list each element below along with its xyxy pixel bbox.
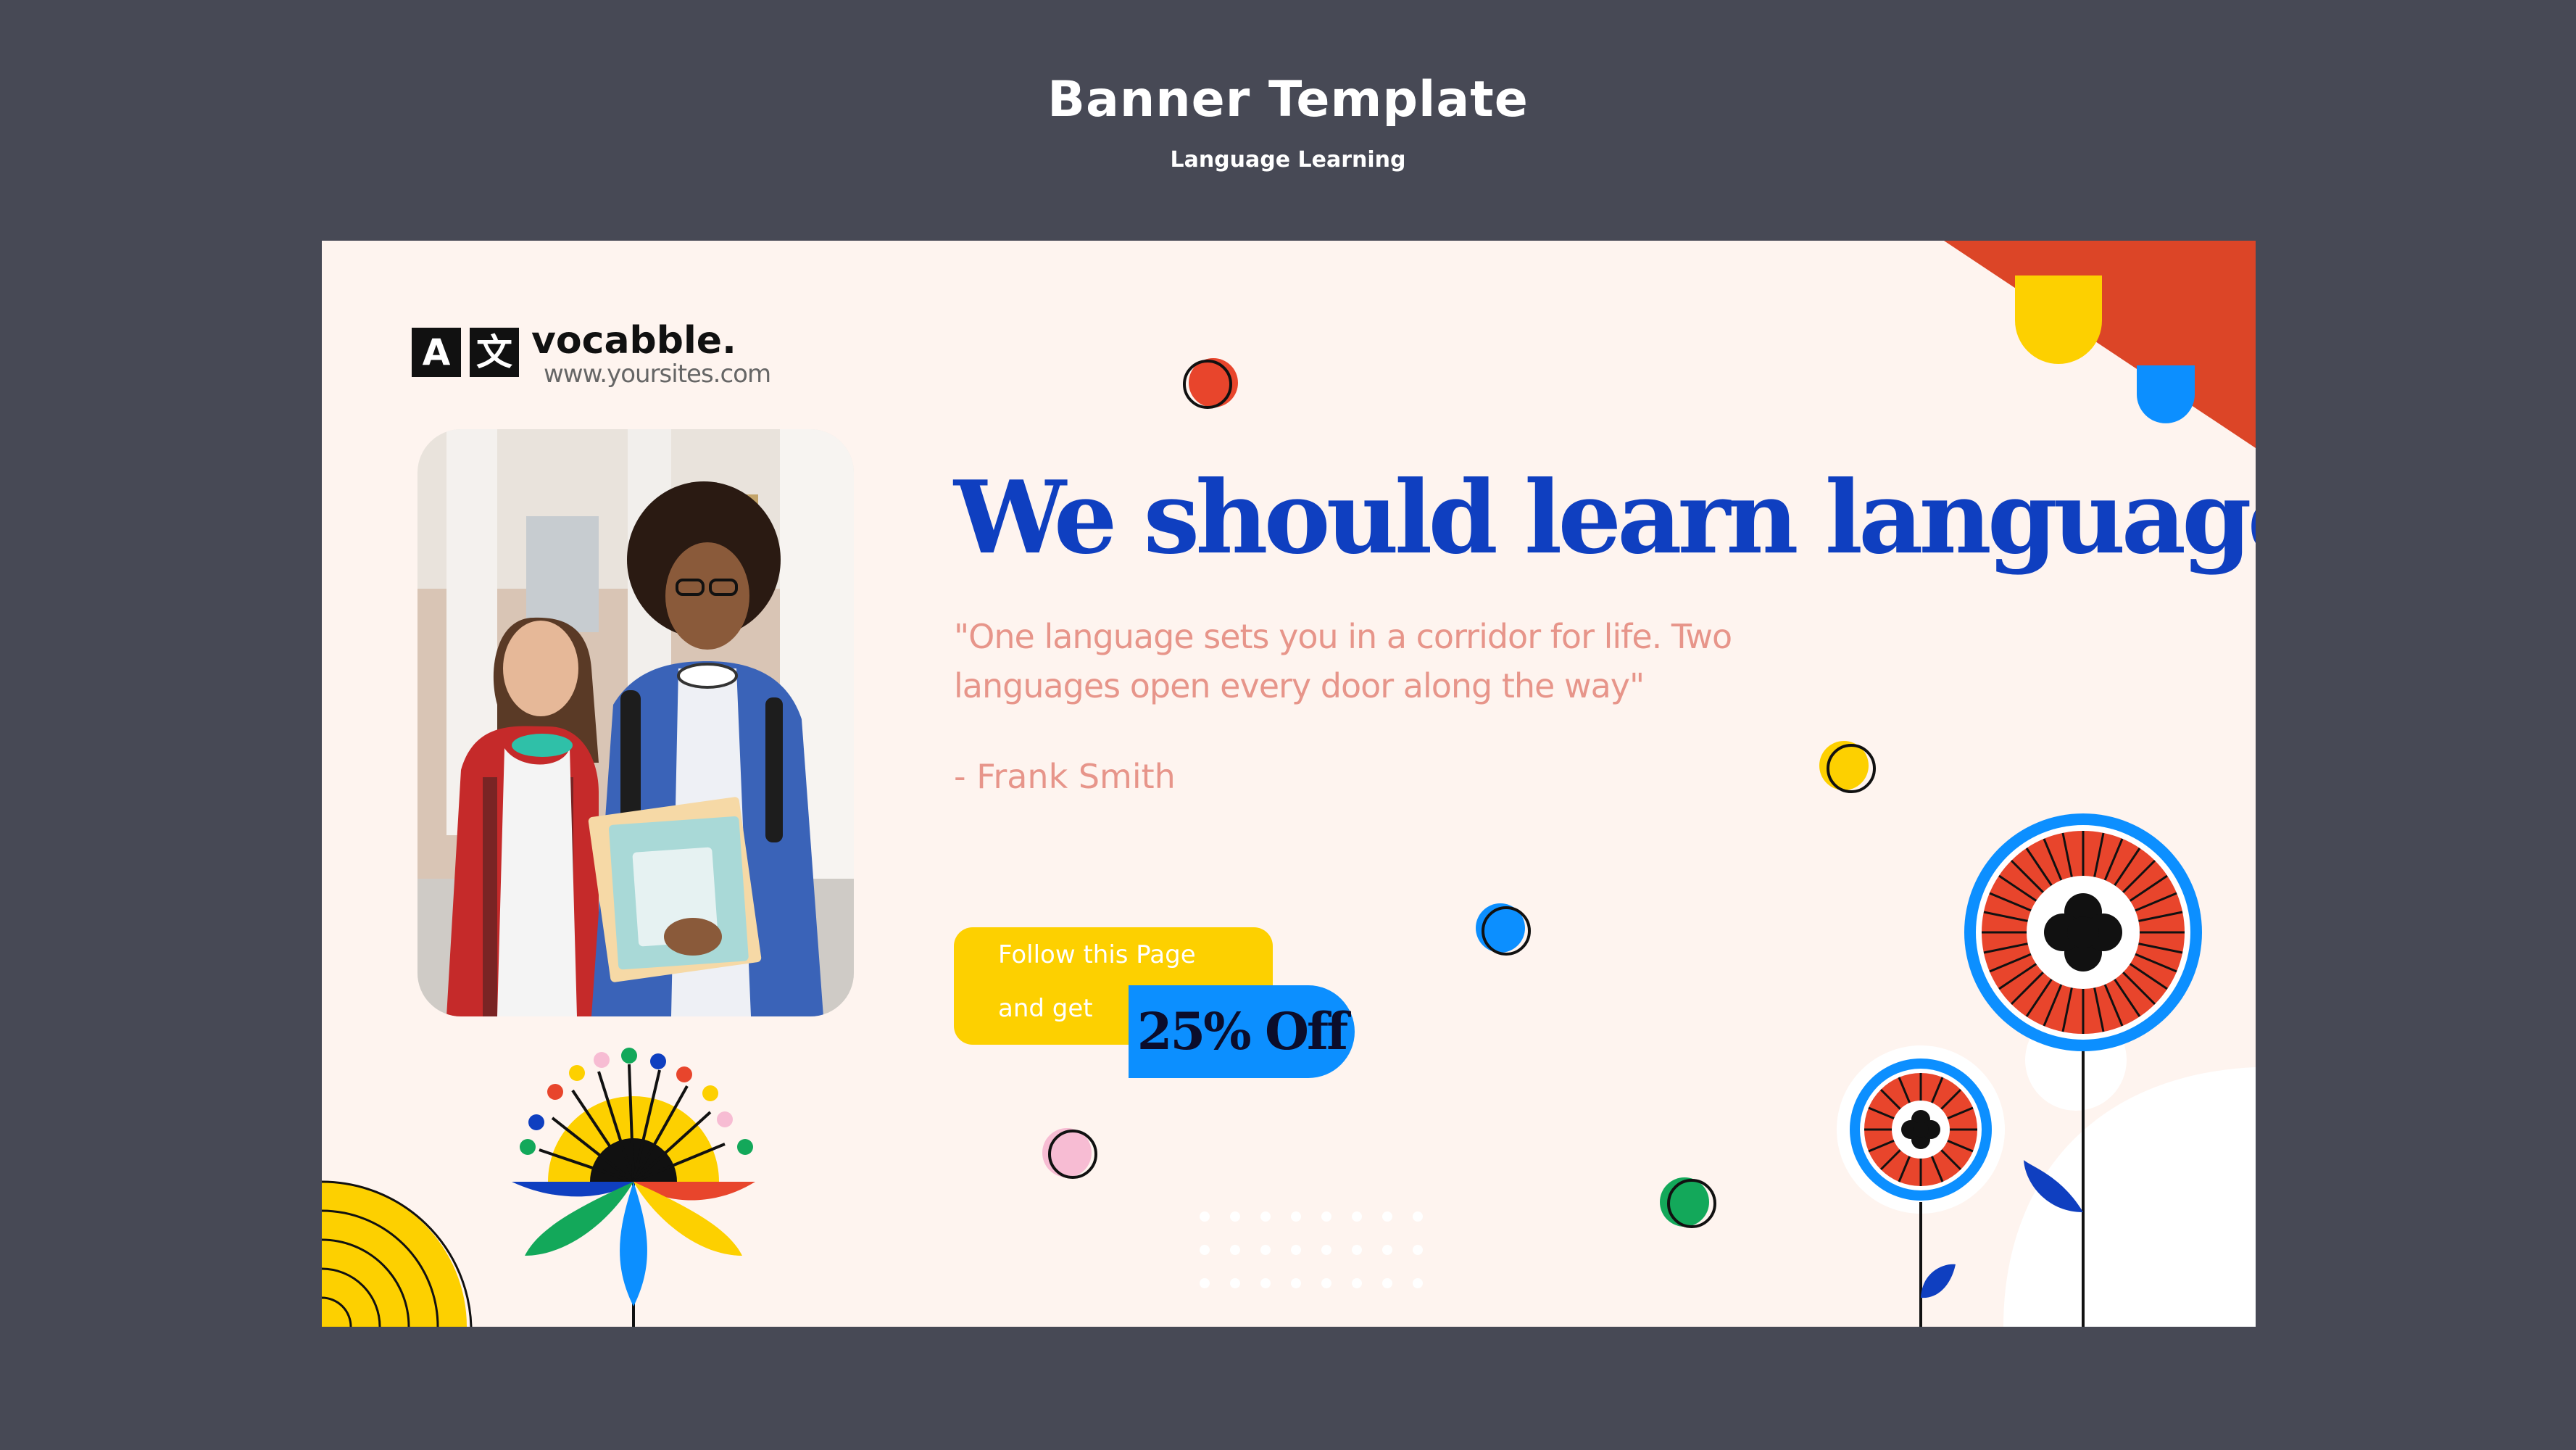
corner-triangle (1944, 241, 2256, 448)
translate-icon-glyph: 文 (470, 328, 519, 377)
yellow-dot-decoration (1819, 741, 1876, 793)
yellow-arc-decoration (322, 1180, 473, 1327)
promo-line-2: and get (998, 994, 1093, 1023)
pink-dot-decoration (1042, 1128, 1097, 1179)
translate-icon-letter: A (412, 328, 461, 377)
yellow-drop-shape (2015, 276, 2102, 364)
students-illustration (417, 429, 854, 1016)
sunflower-decoration (512, 1048, 755, 1327)
blue-drop-shape (2137, 365, 2195, 423)
banner: A 文 vocabble. www.yoursites.com We shoul… (322, 241, 2256, 1327)
brand-name: vocabble. (531, 319, 736, 362)
quote-author: - Frank Smith (954, 757, 1176, 796)
white-hill (2003, 1067, 2256, 1327)
template-subtitle: Language Learning (1170, 147, 1406, 173)
brand-url[interactable]: www.yoursites.com (544, 360, 771, 389)
quote-text: "One language sets you in a corridor for… (954, 612, 1766, 710)
dot-grid (1200, 1211, 1423, 1288)
small-red-flower-decoration (1837, 1045, 2005, 1327)
red-dot-decoration (1183, 358, 1238, 409)
discount-badge[interactable]: 25% Off (1129, 985, 1355, 1078)
promo-line-1: Follow this Page (998, 940, 1196, 969)
banner-headline: We should learn languages (954, 458, 2256, 576)
green-dot-decoration (1660, 1177, 1716, 1228)
students-photo (417, 429, 854, 1016)
quote-line-1: "One language sets you in a corridor for… (954, 617, 1732, 656)
template-title: Banner Template (1047, 71, 1529, 128)
blue-dot-decoration (1476, 903, 1531, 956)
quote-line-2: languages open every door along the way" (954, 666, 1645, 705)
